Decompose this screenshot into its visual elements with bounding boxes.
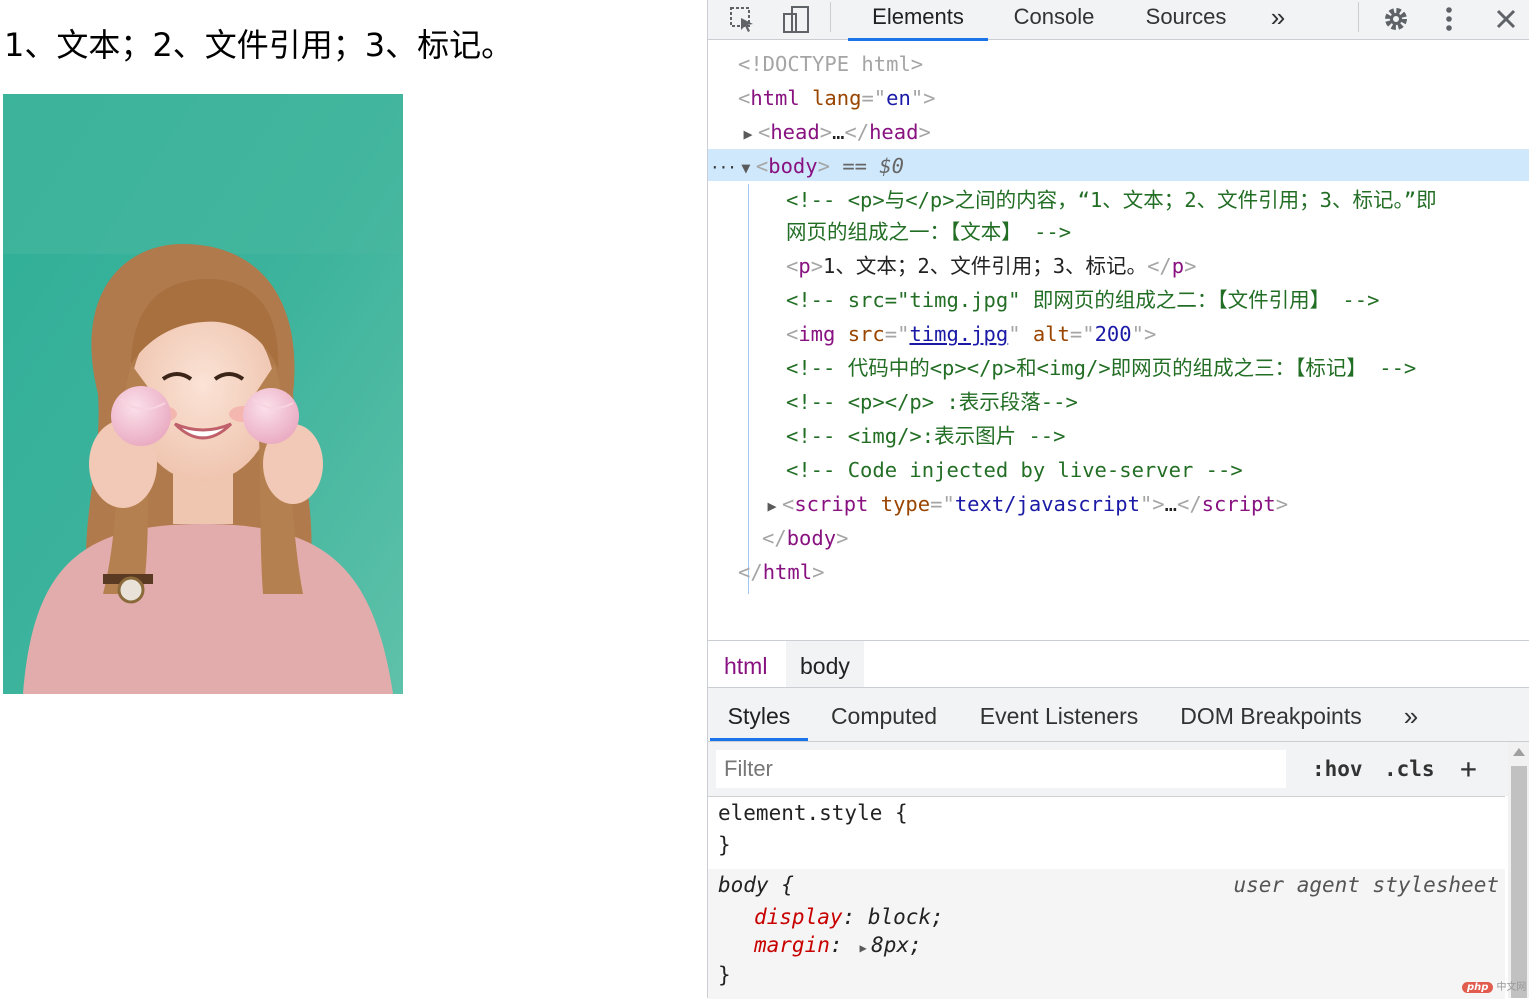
styles-scrollbar[interactable] [1508,742,1529,998]
rendered-page: 1、文本；2、文件引用；3、标记。 [0,0,707,998]
tab-styles[interactable]: Styles [710,688,808,741]
photo-illustration [3,94,403,694]
site-watermark: php 中文网 [1462,978,1526,993]
page-photo [3,94,403,694]
devtools-panel: Elements Console Sources » <!DOCTYPE htm… [707,0,1529,999]
cls-toggle[interactable]: .cls [1384,752,1435,786]
style-declaration[interactable]: display: block; [754,905,944,929]
tab-computed[interactable]: Computed [818,688,950,738]
inspect-icon[interactable] [722,0,762,38]
breadcrumb: html body [708,640,1529,688]
more-sidebar-tabs-button[interactable]: » [1394,688,1428,738]
body-node[interactable]: ··· ▼ <body> == $0 [710,150,904,182]
watermark-logo: php [1462,982,1494,993]
element-style-selector: element.style { [718,801,908,825]
breadcrumb-html[interactable]: html [710,641,781,687]
device-toggle-icon[interactable] [776,0,816,38]
styles-filter-bar: :hov .cls + [708,742,1508,796]
breadcrumb-body[interactable]: body [786,641,864,687]
gear-icon[interactable] [1376,0,1416,38]
p-node[interactable]: <p>1、文本；2、文件引用；3、标记。</p> [786,250,1196,282]
hov-toggle[interactable]: :hov [1312,752,1363,786]
expand-triangle-icon[interactable]: ▶ [762,490,782,522]
rule-close-brace: } [718,963,731,987]
collapse-triangle-icon[interactable]: ▼ [736,152,756,184]
comment-node[interactable]: <!-- <p>与</p>之间的内容，“1、文本；2、文件引用；3、标记。”即 [786,184,1437,216]
element-style-rule[interactable]: element.style { } [708,797,1505,870]
comment-node[interactable]: <!-- <img/>:表示图片 --> [786,420,1065,452]
page-paragraph: 1、文本；2、文件引用；3、标记。 [4,26,514,64]
scroll-up-arrow-icon[interactable] [1513,748,1525,756]
head-node[interactable]: ▶ <head>…</head> [738,116,930,150]
body-close-node[interactable]: </body> [762,522,848,554]
node-actions-icon[interactable]: ··· [710,158,737,177]
kebab-menu-icon[interactable] [1434,0,1464,38]
img-node[interactable]: <img src="timg.jpg" alt="200"> [786,318,1156,350]
style-declaration[interactable]: margin: ▶ 8px; [754,933,922,957]
filter-input[interactable] [716,750,1286,788]
expand-shorthand-icon[interactable]: ▶ [855,941,871,955]
body-ua-rule[interactable]: body { user agent stylesheet display: bl… [708,869,1505,999]
tab-dom-breakpoints[interactable]: DOM Breakpoints [1166,688,1376,738]
devtools-toolbar: Elements Console Sources » [708,0,1529,41]
comment-node[interactable]: <!-- src="timg.jpg" 即网页的组成之二：【文件引用】 --> [786,284,1379,316]
tab-console[interactable]: Console [996,0,1112,38]
comment-node[interactable]: <!-- <p></p> :表示段落--> [786,386,1078,418]
html-node[interactable]: <html lang="en"> [738,82,936,114]
user-agent-stylesheet-label: user agent stylesheet [1233,873,1499,897]
comment-node-continued[interactable]: 网页的组成之一：【文本】 --> [786,216,1071,248]
html-close-node[interactable]: </html> [738,556,824,588]
styles-pane: element.style { } body { user agent styl… [708,796,1505,999]
tab-elements[interactable]: Elements [848,0,988,41]
doctype-node[interactable]: <!DOCTYPE html> [738,48,923,80]
body-selector: body { [718,873,794,897]
comment-node[interactable]: <!-- 代码中的<p></p>和<img/>即网页的组成之三：【标记】 --> [786,352,1416,384]
comment-node[interactable]: <!-- Code injected by live-server --> [786,454,1243,486]
tree-guide-line [748,184,749,594]
scroll-thumb[interactable] [1511,766,1527,998]
img-src-link[interactable]: timg.jpg [909,322,1008,346]
script-node[interactable]: ▶ <script type="text/javascript">…</scrip… [762,488,1288,520]
rule-close-brace: } [718,833,731,857]
expand-triangle-icon[interactable]: ▶ [738,118,758,150]
elements-tree: <!DOCTYPE html> <html lang="en"> ▶ <head>… [708,42,1529,640]
tab-event-listeners[interactable]: Event Listeners [970,688,1148,738]
more-tabs-button[interactable]: » [1260,0,1296,38]
close-icon[interactable] [1488,0,1524,38]
new-style-rule-button[interactable]: + [1460,752,1477,786]
sidebar-tabs: Styles Computed Event Listeners DOM Brea… [708,688,1529,742]
tab-sources[interactable]: Sources [1118,0,1254,38]
